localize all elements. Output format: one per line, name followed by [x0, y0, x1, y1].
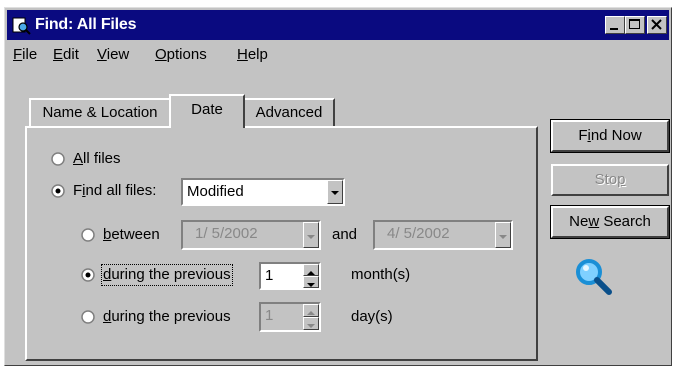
menu-file[interactable]: File	[13, 46, 37, 64]
all-files-radio[interactable]	[51, 152, 65, 166]
window-title: Find: All Files	[35, 16, 137, 33]
date-tab-panel: All files Find all files: Modified betwe…	[25, 126, 538, 361]
tab-advanced-label: Advanced	[255, 104, 323, 121]
menu-options[interactable]: Options	[155, 46, 207, 64]
days-down-button[interactable]	[303, 317, 319, 330]
menu-edit-label: dit	[63, 46, 79, 63]
find-all-files-radio[interactable]	[51, 184, 65, 198]
days-value: 1	[265, 307, 274, 324]
date-type-select[interactable]: Modified	[181, 178, 345, 206]
between-radio[interactable]	[81, 228, 95, 242]
tab-date-label: Date	[191, 101, 223, 118]
chevron-down-icon	[307, 235, 315, 239]
menu-view-accel: V	[97, 46, 107, 63]
tab-name-location[interactable]: Name & Location	[29, 98, 171, 126]
magnifier-icon	[576, 259, 612, 295]
end-date-value: 4/ 5/2002	[387, 225, 450, 242]
menu-options-accel: O	[155, 46, 167, 63]
chevron-down-icon	[331, 191, 339, 195]
date-type-dropdown-button[interactable]	[327, 180, 343, 204]
end-date-field[interactable]: 4/ 5/2002	[373, 220, 513, 250]
menu-file-accel: F	[13, 46, 23, 63]
find-now-button[interactable]: Find Now	[550, 119, 670, 153]
months-down-button[interactable]	[303, 276, 319, 288]
find-all-files-label[interactable]: Find all files:	[73, 182, 156, 200]
menu-edit[interactable]: Edit	[53, 46, 79, 64]
menu-help[interactable]: Help	[237, 46, 268, 64]
find-window: Find: All Files File Edit View Options H…	[4, 7, 672, 366]
start-date-value: 1/ 5/2002	[195, 225, 258, 242]
months-value: 1	[265, 267, 274, 284]
menu-edit-accel: E	[53, 46, 64, 63]
all-files-label[interactable]: All files	[73, 150, 121, 168]
menu-view-label: iew	[106, 46, 130, 63]
during-months-radio[interactable]	[81, 268, 95, 282]
tab-date[interactable]: Date	[169, 94, 245, 128]
find-app-icon	[12, 17, 31, 35]
menu-help-label: elp	[247, 46, 268, 63]
during-days-label[interactable]: during the previous	[103, 308, 231, 326]
months-unit-label: month(s)	[351, 266, 411, 283]
start-date-field[interactable]: 1/ 5/2002	[181, 220, 321, 250]
new-search-button[interactable]: New Search	[550, 205, 670, 239]
menu-bar: File Edit View Options Help	[7, 44, 667, 66]
and-label: and	[332, 226, 358, 243]
between-label[interactable]: between	[103, 226, 160, 244]
stop-button[interactable]: Stop	[551, 164, 669, 196]
chevron-down-icon	[499, 235, 507, 239]
days-up-button[interactable]	[303, 304, 319, 317]
months-up-button[interactable]	[303, 264, 319, 276]
arrow-down-icon	[307, 283, 315, 287]
days-unit-label: day(s)	[351, 308, 393, 325]
menu-help-accel: H	[237, 46, 248, 63]
menu-file-label: ile	[22, 46, 38, 63]
menu-view[interactable]: View	[97, 46, 129, 64]
maximize-button[interactable]	[625, 16, 645, 34]
end-date-dropdown-button[interactable]	[495, 222, 511, 248]
date-type-value: Modified	[187, 183, 244, 200]
menu-options-label: ptions	[166, 46, 207, 63]
close-button[interactable]	[647, 16, 667, 34]
minimize-icon	[610, 28, 618, 30]
title-bar[interactable]: Find: All Files	[7, 10, 669, 40]
arrow-down-icon	[307, 324, 315, 328]
maximize-icon	[629, 19, 640, 29]
close-icon	[651, 19, 662, 30]
tab-advanced[interactable]: Advanced	[243, 98, 335, 126]
during-days-radio[interactable]	[81, 310, 95, 324]
during-months-label[interactable]: during the previous	[101, 264, 233, 286]
minimize-button[interactable]	[605, 16, 625, 34]
start-date-dropdown-button[interactable]	[303, 222, 319, 248]
tab-name-location-label: Name & Location	[42, 104, 158, 121]
